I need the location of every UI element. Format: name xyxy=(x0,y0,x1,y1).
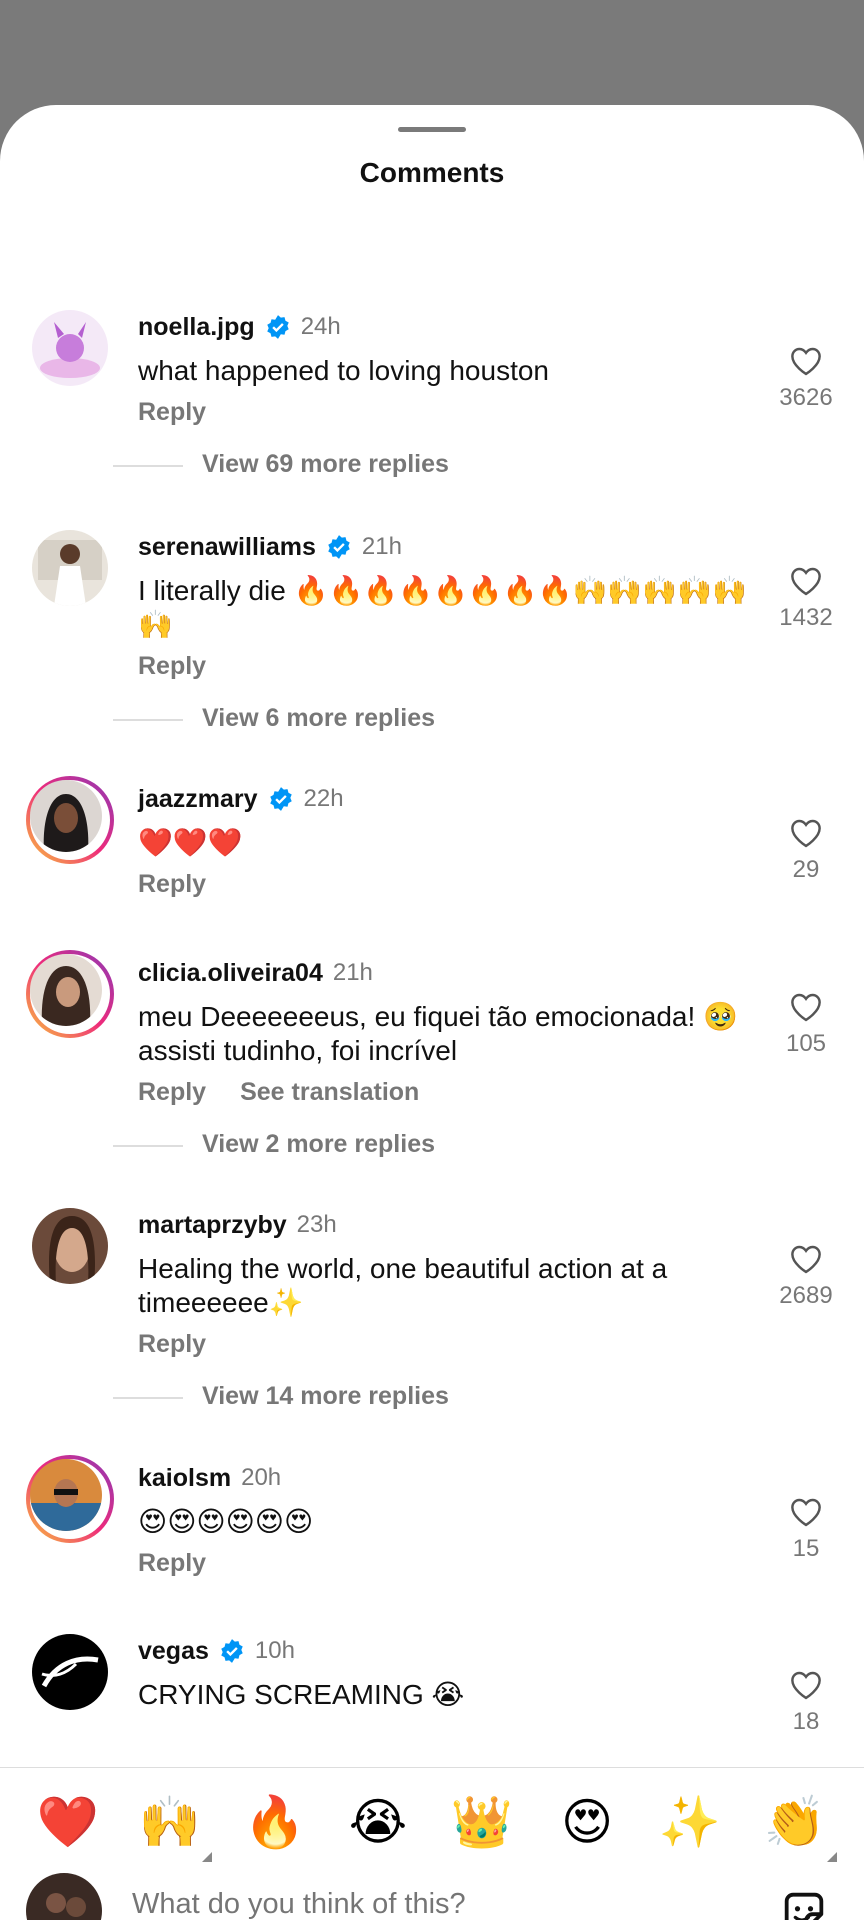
view-more-replies-label[interactable]: View 69 more replies xyxy=(202,450,449,479)
like-count: 15 xyxy=(792,1535,820,1562)
like-count: 2689 xyxy=(779,1282,833,1309)
reply-button[interactable]: Reply xyxy=(138,652,206,681)
like-count: 29 xyxy=(792,856,820,883)
reply-button[interactable]: Reply xyxy=(138,870,206,899)
comment-text: Healing the world, one beautiful action … xyxy=(138,1253,668,1318)
divider-line xyxy=(113,465,183,467)
comment-time: 10h xyxy=(254,1637,295,1664)
heart-outline-icon xyxy=(791,1245,821,1274)
reaction-sparkles[interactable]: ✨ xyxy=(658,1790,722,1854)
comments-sheet: Comments noella.jpg 24h what happened to… xyxy=(0,105,864,1920)
heart-outline-icon xyxy=(791,347,821,376)
view-more-replies[interactable]: View 6 more replies xyxy=(0,704,864,734)
comment-text: ❤️❤️❤️ xyxy=(138,827,243,858)
comment-username[interactable]: noella.jpg xyxy=(138,313,255,342)
avatar-logo[interactable] xyxy=(32,1634,108,1710)
like-count: 105 xyxy=(785,1030,827,1057)
comment-username[interactable]: kaiolsm xyxy=(138,1464,231,1493)
comment-text: I literally die 🔥🔥🔥🔥🔥🔥🔥🔥🙌🙌🙌🙌🙌🙌 xyxy=(138,575,747,640)
drag-handle[interactable] xyxy=(398,127,466,132)
divider-line xyxy=(113,719,183,721)
comment-username[interactable]: clicia.oliveira04 xyxy=(138,959,323,988)
comment-list[interactable]: noella.jpg 24h what happened to loving h… xyxy=(0,225,864,1768)
like-button[interactable]: 3626 xyxy=(770,346,842,412)
heart-outline-icon xyxy=(791,1498,821,1527)
comment-username[interactable]: vegas xyxy=(138,1637,209,1666)
avatar-story-ring[interactable] xyxy=(26,1455,114,1543)
reply-button[interactable]: Reply xyxy=(138,1078,206,1107)
comment-time: 23h xyxy=(296,1211,337,1238)
divider-line xyxy=(113,1397,183,1399)
like-button[interactable]: 18 xyxy=(770,1670,842,1736)
like-count: 18 xyxy=(792,1708,820,1735)
view-more-replies-label[interactable]: View 14 more replies xyxy=(202,1382,449,1411)
view-more-replies-label[interactable]: View 6 more replies xyxy=(202,704,435,733)
comment-composer xyxy=(0,1870,864,1920)
heart-outline-icon xyxy=(791,1671,821,1700)
comment-time: 20h xyxy=(241,1464,282,1491)
like-count: 1432 xyxy=(779,604,833,631)
like-button[interactable]: 29 xyxy=(770,818,842,884)
heart-outline-icon xyxy=(791,567,821,596)
comment-username[interactable]: jaazzmary xyxy=(138,785,258,814)
verified-badge-icon xyxy=(266,315,289,339)
like-button[interactable]: 1432 xyxy=(770,566,842,632)
reaction-heart[interactable]: ❤️ xyxy=(36,1790,100,1854)
reaction-fire[interactable]: 🔥 xyxy=(243,1790,307,1854)
view-more-replies[interactable]: View 2 more replies xyxy=(0,1130,864,1160)
skin-tone-indicator-icon xyxy=(827,1852,837,1862)
see-translation-button[interactable]: See translation xyxy=(240,1078,419,1107)
view-more-replies[interactable]: View 69 more replies xyxy=(0,450,864,480)
reaction-clapping-glyph: 👏 xyxy=(763,1794,827,1850)
skin-tone-indicator-icon xyxy=(202,1852,212,1862)
comment-time: 21h xyxy=(332,959,373,986)
reaction-raising-hands-glyph: 🙌 xyxy=(138,1794,202,1850)
reaction-crying[interactable]: 😭 xyxy=(346,1790,410,1854)
comment-time: 21h xyxy=(361,533,402,560)
comment-time: 24h xyxy=(300,313,341,340)
comment-time: 22h xyxy=(303,785,344,812)
heart-outline-icon xyxy=(791,819,821,848)
reaction-crown[interactable]: 👑 xyxy=(450,1790,514,1854)
reaction-clapping[interactable]: 👏 xyxy=(763,1790,837,1862)
verified-badge-icon xyxy=(328,535,350,559)
avatar[interactable] xyxy=(32,1208,108,1284)
comment-text: meu Deeeeeeeus, eu fiquei tão emocionada… xyxy=(138,1001,738,1066)
avatar-story-ring[interactable] xyxy=(26,950,114,1038)
reply-button[interactable]: Reply xyxy=(138,1330,206,1359)
verified-badge-icon xyxy=(269,787,292,811)
comment-text: CRYING SCREAMING 😭 xyxy=(138,1679,465,1710)
comment-username[interactable]: serenawilliams xyxy=(138,533,316,562)
reaction-heart-eyes[interactable]: 😍 xyxy=(555,1790,619,1854)
like-button[interactable]: 2689 xyxy=(770,1244,842,1310)
current-user-avatar xyxy=(26,1873,102,1920)
comment-username[interactable]: martaprzyby xyxy=(138,1211,287,1240)
divider-line xyxy=(113,1145,183,1147)
reply-button[interactable]: Reply xyxy=(138,1549,206,1578)
heart-outline-icon xyxy=(791,993,821,1022)
avatar-story-ring[interactable] xyxy=(26,776,114,864)
avatar[interactable] xyxy=(32,530,108,606)
reaction-raising-hands[interactable]: 🙌 xyxy=(138,1790,212,1862)
like-button[interactable]: 15 xyxy=(770,1497,842,1563)
sheet-title: Comments xyxy=(359,157,505,188)
view-more-replies[interactable]: View 14 more replies xyxy=(0,1382,864,1412)
verified-badge-icon xyxy=(221,1639,243,1663)
quick-reaction-bar: ❤️ 🙌 🔥 😭 👑 😍 ✨ 👏 xyxy=(0,1768,864,1878)
sticker-icon[interactable] xyxy=(778,1886,830,1920)
like-button[interactable]: 105 xyxy=(770,992,842,1058)
view-more-replies-label[interactable]: View 2 more replies xyxy=(202,1130,435,1159)
avatar[interactable] xyxy=(32,310,108,386)
comment-text: what happened to loving houston xyxy=(138,355,549,386)
like-count: 3626 xyxy=(779,384,833,411)
comment-input[interactable] xyxy=(132,1888,692,1920)
reply-button[interactable]: Reply xyxy=(138,398,206,427)
comment-text: 😍😍😍😍😍😍 xyxy=(138,1506,314,1537)
